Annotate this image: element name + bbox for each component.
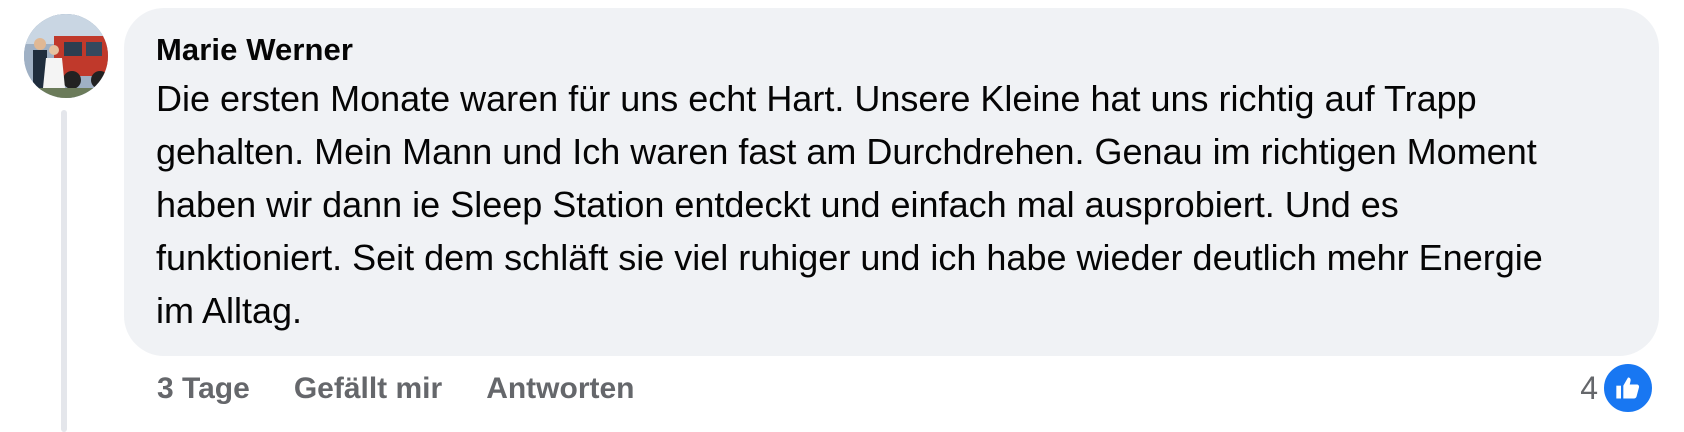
comment-timestamp[interactable]: 3 Tage: [157, 372, 250, 406]
reaction-count: 4: [1580, 369, 1598, 406]
comment-bubble: Marie Werner Die ersten Monate waren für…: [124, 8, 1659, 356]
comment-author[interactable]: Marie Werner: [156, 30, 1627, 70]
comment-actions: 3 Tage Gefällt mir Antworten: [157, 367, 635, 411]
avatar-photo: [24, 14, 108, 98]
reply-button[interactable]: Antworten: [486, 372, 634, 406]
comment-text: Die ersten Monate waren für uns echt Har…: [156, 78, 1543, 331]
like-button[interactable]: Gefällt mir: [294, 372, 442, 406]
comment-container: Marie Werner Die ersten Monate waren für…: [0, 0, 1684, 432]
thread-line: [61, 110, 67, 432]
thumbs-up-icon: [1602, 362, 1654, 414]
reactions-summary[interactable]: 4: [1580, 362, 1654, 414]
avatar[interactable]: [24, 14, 108, 98]
